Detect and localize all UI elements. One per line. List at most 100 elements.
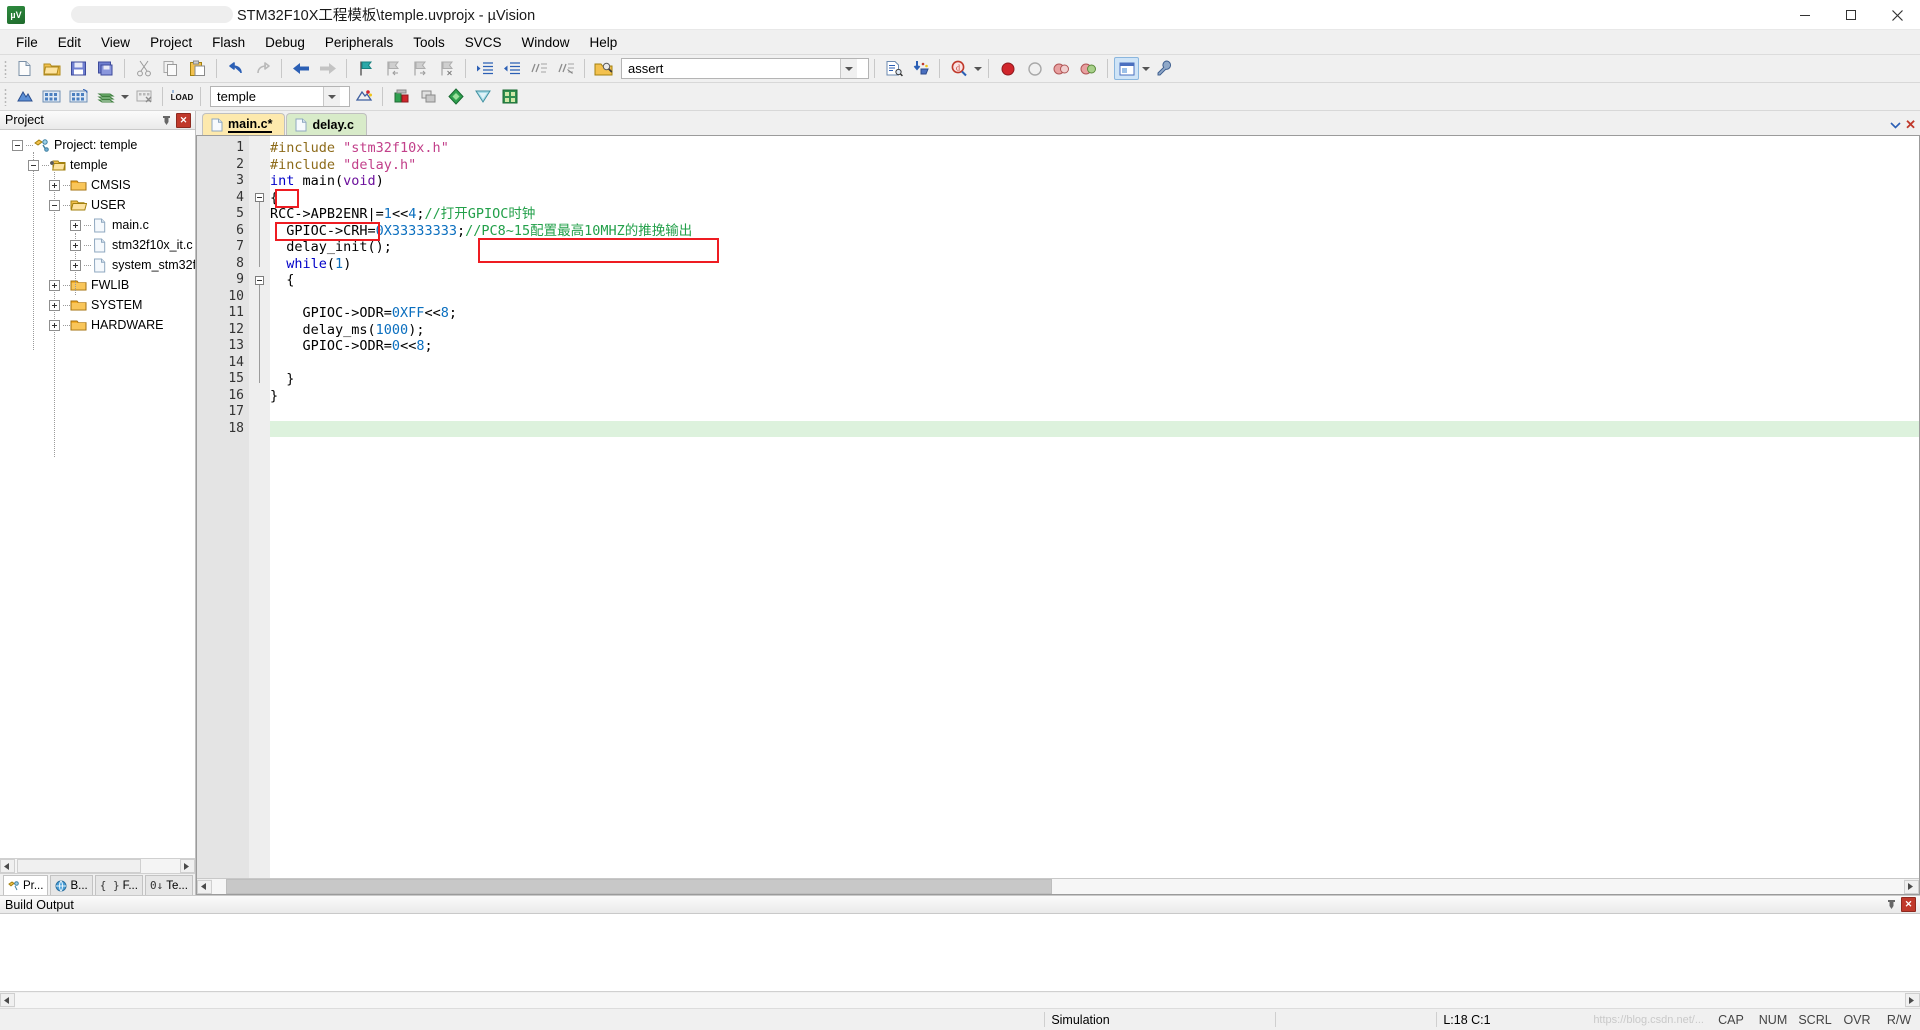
build-icon[interactable] bbox=[39, 85, 64, 108]
find-dropdown-arrow-icon[interactable] bbox=[972, 66, 983, 71]
fold-minus-icon[interactable] bbox=[255, 193, 264, 203]
scroll-thumb[interactable] bbox=[226, 879, 1052, 894]
code-text[interactable]: #include "stm32f10x.h" #include "delay.h… bbox=[270, 136, 1919, 878]
scroll-track[interactable] bbox=[212, 879, 1904, 894]
editor-hscrollbar[interactable] bbox=[197, 878, 1919, 894]
breakpoint-record-icon[interactable] bbox=[995, 57, 1020, 80]
editor-viewport[interactable]: 1 2 3 4 5 6 7 8 9 10 11 12 13 14 15 16 1… bbox=[197, 136, 1919, 878]
code-line-3[interactable]: int main(void) bbox=[270, 173, 1919, 190]
tabbar-close-icon[interactable]: ✕ bbox=[1905, 117, 1916, 133]
scroll-left-arrow-icon[interactable] bbox=[0, 859, 15, 873]
code-line-17[interactable] bbox=[270, 404, 1919, 421]
manage-windows-dropdown-icon[interactable] bbox=[1140, 66, 1151, 71]
menu-project[interactable]: Project bbox=[140, 32, 202, 53]
document-tab-main-c[interactable]: main.c* bbox=[202, 113, 286, 135]
tree-node-system-stm32f1[interactable]: system_stm32f1 bbox=[0, 255, 195, 275]
find-magnifier-icon[interactable]: d bbox=[946, 57, 971, 80]
pack-installer-icon[interactable] bbox=[443, 85, 468, 108]
code-line-2[interactable]: #include "delay.h" bbox=[270, 157, 1919, 174]
code-line-6[interactable]: GPIOC->CRH=0X33333333;//PC8~15配置最高10MHZ的… bbox=[270, 223, 1919, 240]
menu-svcs[interactable]: SVCS bbox=[455, 32, 512, 53]
build-output-hscrollbar[interactable] bbox=[0, 992, 1920, 1008]
scroll-left-arrow-icon[interactable] bbox=[0, 993, 15, 1007]
close-panel-icon[interactable]: ✕ bbox=[1901, 897, 1916, 912]
save-icon[interactable] bbox=[66, 57, 91, 80]
open-folder-icon[interactable] bbox=[39, 57, 64, 80]
scroll-track[interactable] bbox=[15, 859, 180, 873]
breakpoint-disable-icon[interactable] bbox=[1022, 57, 1047, 80]
batch-build-icon[interactable] bbox=[93, 85, 118, 108]
expander-plus-icon[interactable] bbox=[49, 299, 60, 311]
expander-plus-icon[interactable] bbox=[70, 259, 81, 271]
panel-tab-project[interactable]: Pr... bbox=[3, 875, 49, 895]
code-line-14[interactable] bbox=[270, 355, 1919, 372]
tree-node-stm32f10x-it-c[interactable]: stm32f10x_it.c bbox=[0, 235, 195, 255]
project-tree[interactable]: Project: temple temple CMSIS USER main.c… bbox=[0, 130, 195, 858]
goto-definition-icon[interactable] bbox=[908, 57, 933, 80]
manage-windows-icon[interactable] bbox=[1114, 57, 1139, 80]
multi-project-icon[interactable] bbox=[416, 85, 441, 108]
code-line-12[interactable]: delay_ms(1000); bbox=[270, 322, 1919, 339]
expander-plus-icon[interactable] bbox=[49, 319, 60, 331]
menu-file[interactable]: File bbox=[6, 32, 48, 53]
tree-node-project[interactable]: Project: temple bbox=[0, 135, 195, 155]
scroll-right-arrow-icon[interactable] bbox=[180, 859, 195, 873]
panel-tab-books[interactable]: B... bbox=[50, 875, 93, 895]
download-load-icon[interactable]: LOAD bbox=[169, 85, 194, 108]
panel-tab-templates[interactable]: 0↓ Te... bbox=[144, 875, 193, 895]
uncomment-icon[interactable] bbox=[553, 57, 578, 80]
close-icon[interactable] bbox=[1874, 0, 1920, 30]
expander-plus-icon[interactable] bbox=[49, 279, 60, 291]
tree-node-main-c[interactable]: main.c bbox=[0, 215, 195, 235]
navigate-forward-icon[interactable] bbox=[315, 57, 340, 80]
pin-icon[interactable] bbox=[1884, 897, 1899, 912]
fold-minus-icon[interactable] bbox=[255, 275, 264, 285]
expander-minus-icon[interactable] bbox=[12, 139, 23, 151]
tree-node-fwlib[interactable]: FWLIB bbox=[0, 275, 195, 295]
bookmark-toggle-icon[interactable] bbox=[353, 57, 378, 80]
target-select-value[interactable]: temple bbox=[211, 89, 323, 104]
scroll-right-arrow-icon[interactable] bbox=[1904, 879, 1919, 894]
breakpoint-disable-all-icon[interactable] bbox=[1049, 57, 1074, 80]
browse-source-icon[interactable] bbox=[881, 57, 906, 80]
expander-minus-icon[interactable] bbox=[28, 159, 39, 171]
translate-icon[interactable] bbox=[12, 85, 37, 108]
code-line-4[interactable]: { bbox=[270, 190, 1919, 207]
close-panel-icon[interactable]: ✕ bbox=[176, 112, 191, 128]
menu-tools[interactable]: Tools bbox=[403, 32, 455, 53]
toolbar-grip[interactable] bbox=[4, 59, 7, 78]
manage-runtime-icon[interactable] bbox=[470, 85, 495, 108]
target-options-icon[interactable] bbox=[351, 85, 376, 108]
pin-icon[interactable] bbox=[159, 113, 174, 128]
tree-node-user[interactable]: USER bbox=[0, 195, 195, 215]
menu-view[interactable]: View bbox=[91, 32, 140, 53]
breakpoint-kill-all-icon[interactable] bbox=[1076, 57, 1101, 80]
stop-build-icon[interactable] bbox=[131, 85, 156, 108]
tree-node-cmsis[interactable]: CMSIS bbox=[0, 175, 195, 195]
code-line-16[interactable]: } bbox=[270, 388, 1919, 405]
code-folding-gutter[interactable] bbox=[249, 136, 270, 878]
cut-icon[interactable] bbox=[131, 57, 156, 80]
search-combo[interactable]: assert bbox=[621, 58, 869, 79]
expander-plus-icon[interactable] bbox=[70, 239, 81, 251]
search-input[interactable]: assert bbox=[622, 61, 840, 76]
expander-plus-icon[interactable] bbox=[49, 179, 60, 191]
panel-tab-functions[interactable]: { } F... bbox=[94, 875, 143, 895]
menu-help[interactable]: Help bbox=[580, 32, 628, 53]
code-line-15[interactable]: } bbox=[270, 371, 1919, 388]
menu-debug[interactable]: Debug bbox=[255, 32, 315, 53]
redo-icon[interactable] bbox=[250, 57, 275, 80]
search-dropdown-arrow-icon[interactable] bbox=[840, 59, 857, 78]
outdent-icon[interactable] bbox=[499, 57, 524, 80]
code-line-11[interactable]: GPIOC->ODR=0XFF<<8; bbox=[270, 305, 1919, 322]
bookmark-clear-all-icon[interactable] bbox=[434, 57, 459, 80]
menu-edit[interactable]: Edit bbox=[48, 32, 91, 53]
software-packs-icon[interactable] bbox=[497, 85, 522, 108]
batch-build-dropdown-icon[interactable] bbox=[119, 94, 130, 99]
code-line-10[interactable] bbox=[270, 289, 1919, 306]
navigate-back-icon[interactable] bbox=[288, 57, 313, 80]
tree-node-system[interactable]: SYSTEM bbox=[0, 295, 195, 315]
expander-plus-icon[interactable] bbox=[70, 219, 81, 231]
comment-icon[interactable] bbox=[526, 57, 551, 80]
bookmark-prev-icon[interactable] bbox=[380, 57, 405, 80]
